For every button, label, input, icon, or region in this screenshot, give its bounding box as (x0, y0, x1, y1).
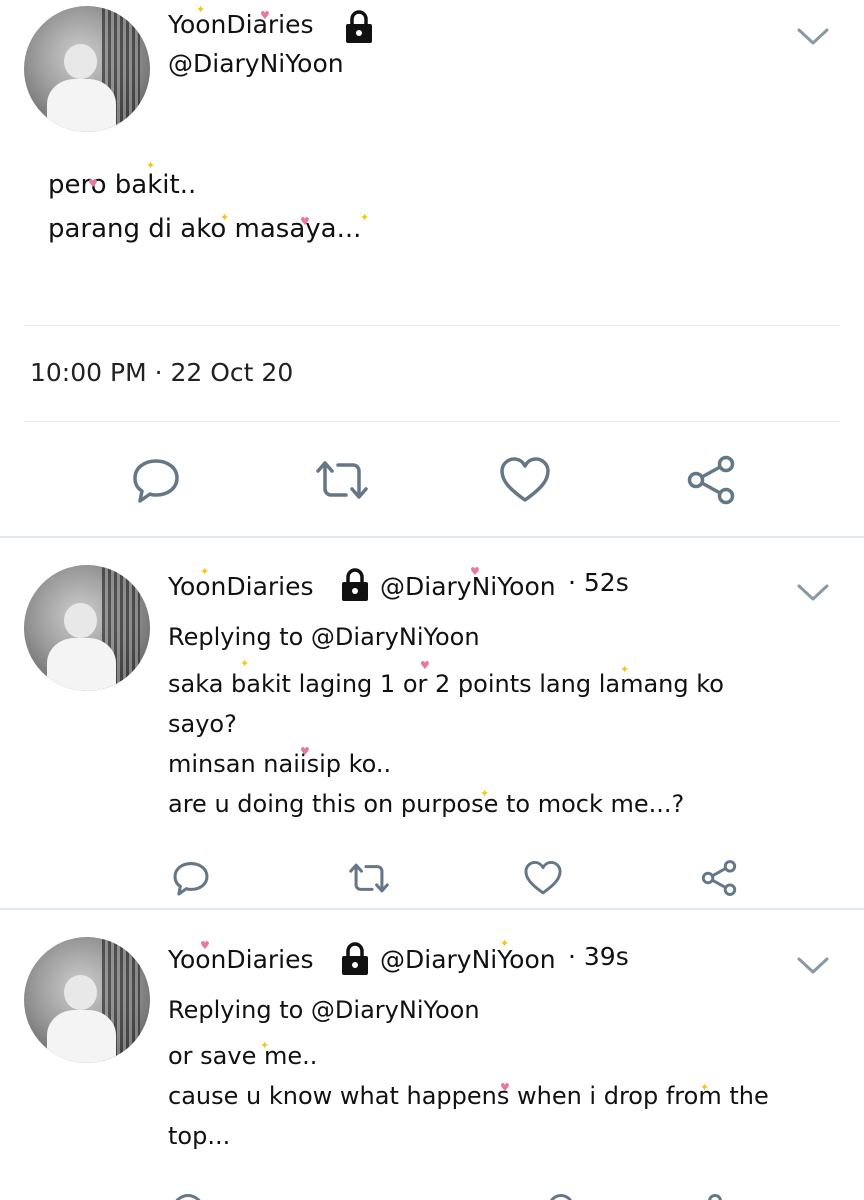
reply-icon (133, 459, 179, 503)
tweet-separator (0, 536, 864, 538)
action-row-cutoff (170, 1192, 750, 1200)
display-name[interactable]: YoonDiaries (168, 572, 314, 601)
handle: @DiaryNiYoon (380, 572, 556, 601)
lock-icon (342, 942, 368, 975)
tweet-time[interactable]: · 39s (568, 942, 629, 971)
handle: @DiaryNiYoon (168, 49, 344, 78)
chevron-down-icon[interactable] (796, 582, 830, 604)
avatar[interactable] (24, 937, 150, 1063)
lock-icon (346, 10, 372, 43)
like-button[interactable] (522, 858, 564, 898)
display-name[interactable]: YoonDiaries (168, 10, 314, 39)
like-icon (524, 860, 562, 895)
retweet-icon (349, 863, 389, 893)
like-button[interactable] (498, 454, 552, 506)
chevron-down-icon[interactable] (796, 26, 830, 48)
like-icon (500, 457, 550, 502)
replying-to[interactable]: Replying to @DiaryNiYoon (168, 990, 480, 1030)
reply-icon (173, 862, 209, 896)
tweet-text: saka bakit laging 1 or 2 points lang lam… (168, 670, 724, 818)
share-button[interactable] (684, 454, 738, 506)
avatar[interactable] (24, 565, 150, 691)
share-icon (701, 860, 737, 896)
tweet-text: pero bakit.. parang di ako masaya... (48, 170, 362, 244)
chevron-down-icon[interactable] (796, 955, 830, 977)
retweet-button[interactable] (312, 454, 372, 506)
avatar[interactable] (24, 6, 150, 132)
divider (24, 421, 840, 422)
lock-icon (342, 568, 368, 601)
retweet-icon (316, 461, 368, 499)
handle: @DiaryNiYoon (380, 945, 556, 974)
tweet-text: or save me.. cause u know what happens w… (168, 1042, 769, 1150)
retweet-button[interactable] (346, 858, 392, 898)
reply-button[interactable] (130, 454, 182, 506)
timestamp: 10:00 PM · 22 Oct 20 (30, 358, 294, 387)
display-name[interactable]: YoonDiaries (168, 945, 314, 974)
divider (24, 325, 840, 326)
share-icon (687, 455, 735, 505)
reply-button[interactable] (170, 858, 212, 898)
replying-to[interactable]: Replying to @DiaryNiYoon (168, 617, 480, 657)
tweet-separator (0, 908, 864, 910)
share-button[interactable] (698, 858, 740, 898)
tweet-time[interactable]: · 52s (568, 568, 629, 597)
